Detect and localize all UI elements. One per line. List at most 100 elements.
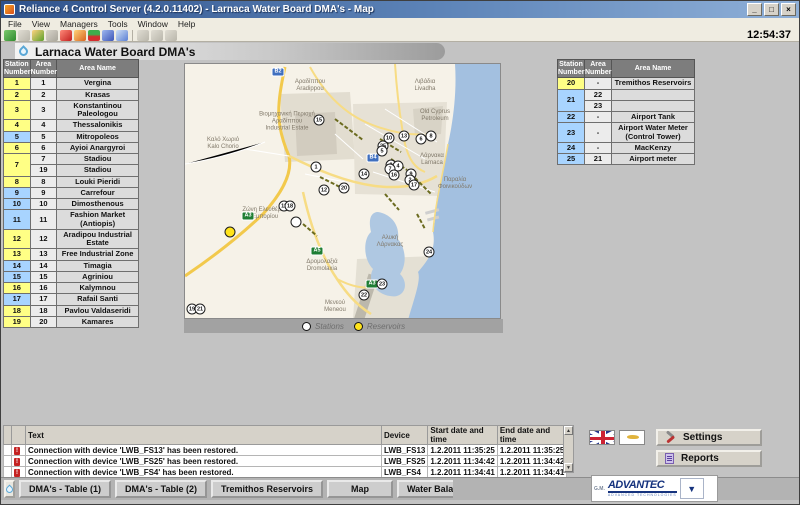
water-drop-icon [5, 484, 15, 494]
station-marker[interactable]: 1 [311, 162, 322, 173]
legend-stations: Stations [302, 322, 344, 331]
station-marker[interactable] [291, 217, 302, 228]
water-drop-icon [17, 45, 30, 58]
chart-icon[interactable] [88, 30, 100, 41]
map-place-label: Βιομηχανική Περιοχή Αραδίππου Industrial… [255, 112, 319, 133]
table-row: 24-MacKenzy [558, 142, 695, 153]
forward-icon[interactable] [18, 30, 30, 41]
map-place-label: Αλυκή Λάρνακας [358, 235, 422, 249]
toolbar-separator [132, 30, 133, 41]
table-row: 77Stadiou [4, 154, 139, 165]
dma-table-right: Station Number Area Number Area Name 20-… [557, 59, 695, 165]
scroll-down-icon[interactable]: ▼ [564, 463, 573, 472]
station-marker[interactable]: 15 [314, 115, 325, 126]
menu-managers[interactable]: Managers [55, 19, 103, 29]
report-icon [665, 453, 674, 464]
table-row: 66Ayioi Anargyroi [4, 142, 139, 153]
menu-help[interactable]: Help [173, 19, 200, 29]
map-place-label: Μενεού Meneou [303, 300, 367, 314]
log-text-header: Text [26, 426, 382, 445]
alarm-document-icon[interactable] [74, 30, 86, 41]
table-row: 1616Kalymnou [4, 283, 139, 294]
station-marker[interactable]: 21 [195, 304, 206, 315]
table-row: 22Krasas [4, 89, 139, 100]
table-row: 1818Pavlou Valdaseridi [4, 305, 139, 316]
table-row: 33Konstantinou Paleologou [4, 100, 139, 120]
nav-dma-table-2[interactable]: DMA's - Table (2) [115, 480, 207, 498]
maximize-button[interactable]: □ [764, 3, 779, 16]
road-shield: A3 [241, 212, 254, 221]
station-marker[interactable]: 18 [285, 201, 296, 212]
settings-button[interactable]: Settings [656, 429, 762, 446]
station-marker[interactable]: 16 [389, 170, 400, 181]
advantec-logo: G.M. ADVANTEC ADVANCED TECHNOLOGIES ▼ [591, 475, 718, 502]
table-row: 20-Tremithos Reservoirs [558, 78, 695, 89]
app-window: Reliance 4 Control Server (4.2.0.11402) … [0, 0, 800, 505]
log-start-header: Start date and time [428, 426, 498, 445]
pdf-document-icon[interactable] [60, 30, 72, 41]
col-header-area: Area Number [30, 60, 57, 78]
table-row: 2122 [558, 89, 695, 100]
menu-view[interactable]: View [27, 19, 55, 29]
home-button[interactable] [4, 480, 15, 498]
table-row: 55Mitropoleos [4, 131, 139, 142]
road-shield: A5 [310, 247, 323, 256]
menu-file[interactable]: File [3, 19, 27, 29]
log-device-header: Device [382, 426, 428, 445]
nav-dma-table-1[interactable]: DMA's - Table (1) [19, 480, 111, 498]
legend-reservoirs: Reservoirs [354, 322, 405, 331]
station-marker[interactable]: 5 [377, 146, 388, 157]
minimize-button[interactable]: _ [747, 3, 762, 16]
station-marker[interactable]: 8 [426, 131, 437, 142]
station-marker[interactable]: 17 [409, 180, 420, 191]
back-icon[interactable] [4, 30, 16, 41]
close-button[interactable]: × [781, 3, 796, 16]
map-place-label: Λιβάδια Livadha [393, 79, 457, 93]
log-end-header: End date and time [497, 426, 567, 445]
log-selector-header [4, 426, 12, 445]
user-logout-icon[interactable] [46, 30, 58, 41]
station-marker[interactable]: 24 [424, 247, 435, 258]
station-marker[interactable]: 20 [339, 183, 350, 194]
table-row: 22-Airport Tank [558, 112, 695, 123]
station-marker[interactable]: 13 [399, 131, 410, 142]
station-marker[interactable]: 22 [359, 290, 370, 301]
col-header-name: Area Name [57, 60, 139, 78]
log-row[interactable]: ! Connection with device 'LWB_FS13' has … [4, 445, 567, 456]
report-document-icon[interactable] [102, 30, 114, 41]
system-clock: 12:54:37 [747, 28, 791, 42]
nav-tremithos-reservoirs[interactable]: Tremithos Reservoirs [211, 480, 323, 498]
station-marker[interactable]: 14 [359, 169, 370, 180]
nav-map[interactable]: Map [327, 480, 393, 498]
table-row: 99Carrefour [4, 187, 139, 198]
log-scrollbar[interactable]: ▲ ▼ [563, 425, 574, 473]
menu-window[interactable]: Window [133, 19, 173, 29]
reservoir-marker[interactable] [225, 227, 236, 238]
station-marker-icon [302, 322, 311, 331]
print-preview-icon[interactable] [151, 30, 163, 41]
uk-flag[interactable] [589, 430, 615, 445]
compass-icon[interactable] [116, 30, 128, 41]
log-icon-header [12, 426, 26, 445]
map-place-label: Λάρνακα Larnaca [400, 153, 464, 167]
map-place-label: Αραδίππου Aradippou [278, 79, 342, 93]
map-place-label: Old Cyprus Petroleum [403, 109, 467, 123]
map-legend: Stations Reservoirs [184, 319, 503, 333]
station-marker[interactable]: 12 [319, 185, 330, 196]
reports-button[interactable]: Reports [656, 450, 762, 467]
table-row: 11Vergina [4, 78, 139, 89]
print-icon[interactable] [137, 30, 149, 41]
log-row[interactable]: ! Connection with device 'LWB_FS4' has b… [4, 467, 567, 478]
station-marker[interactable]: 23 [377, 279, 388, 290]
log-row[interactable]: ! Connection with device 'LWB_FS25' has … [4, 456, 567, 467]
menu-tools[interactable]: Tools [103, 19, 133, 29]
advantec-emblem-icon: ▼ [680, 478, 704, 499]
user-login-icon[interactable] [32, 30, 44, 41]
toolbar [1, 29, 799, 42]
map-canvas[interactable]: Αραδίππου AradippouΛιβάδια LivadhaΚαλό Χ… [184, 63, 501, 319]
menubar: File View Managers Tools Window Help [1, 18, 799, 29]
col-header-station: Station Number [558, 60, 585, 78]
cyprus-flag[interactable] [619, 430, 645, 445]
printer-setup-icon[interactable] [165, 30, 177, 41]
scroll-up-icon[interactable]: ▲ [564, 426, 573, 435]
